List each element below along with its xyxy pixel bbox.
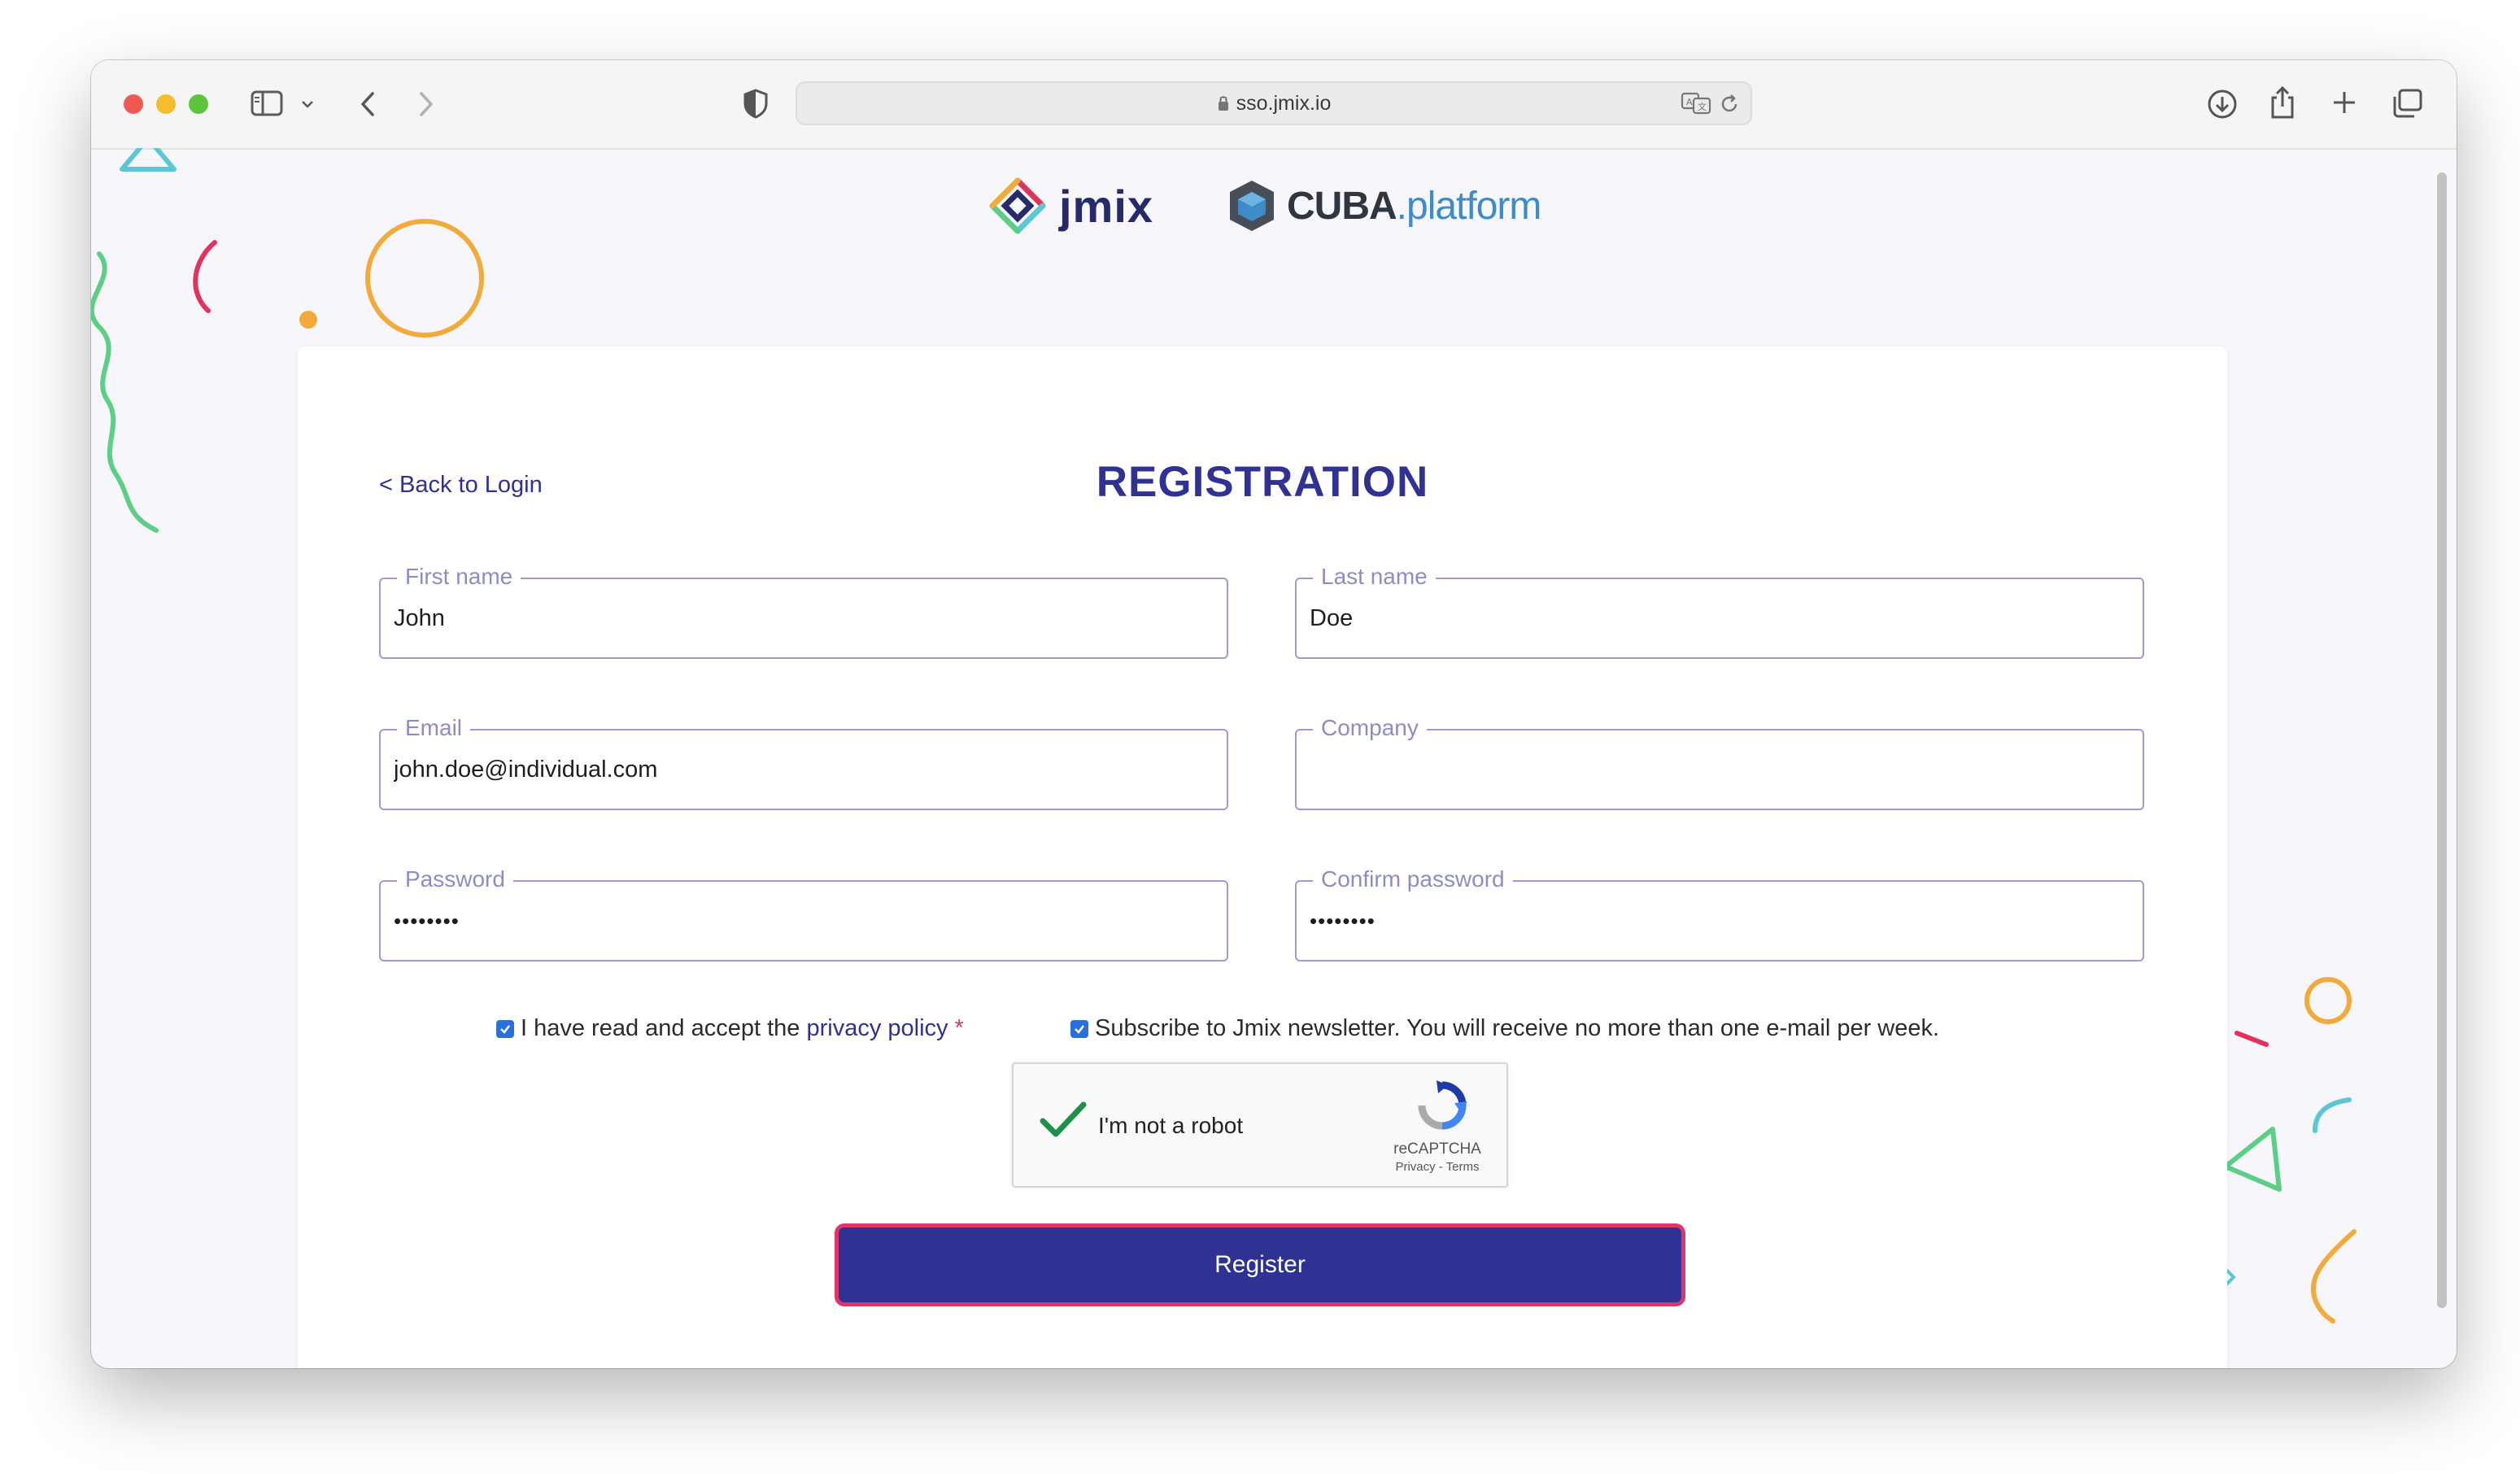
confirm-password-input[interactable]	[1310, 901, 2123, 940]
required-mark: *	[954, 1015, 964, 1041]
first-name-input[interactable]	[394, 599, 1207, 638]
recaptcha-checkbox[interactable]	[1038, 1100, 1088, 1145]
address-bar[interactable]: sso.jmix.io A文	[796, 81, 1752, 125]
share-icon[interactable]	[2268, 85, 2297, 120]
last-name-field[interactable]: Last name	[1295, 562, 2144, 659]
last-name-input[interactable]	[1310, 599, 2123, 638]
minimize-window-button[interactable]	[156, 94, 176, 114]
confirm-password-label: Confirm password	[1313, 865, 1513, 894]
registration-card: < Back to Login REGISTRATION First name …	[298, 347, 2227, 1368]
recaptcha-label: I'm not a robot	[1098, 1113, 1244, 1138]
triangle-decoration-icon	[120, 148, 177, 172]
download-icon[interactable]	[2206, 88, 2239, 120]
jmix-logo-icon	[989, 177, 1046, 234]
arc-decoration-icon	[193, 240, 217, 313]
company-field[interactable]: Company	[1295, 713, 2144, 810]
recaptcha-widget: I'm not a robot reCAPTCHA Privacy - Term…	[1012, 1062, 1508, 1188]
curve-yellow-decoration-icon	[2310, 1229, 2357, 1324]
newsletter-row: Subscribe to Jmix newsletter. You will r…	[1070, 1015, 1939, 1042]
first-name-field[interactable]: First name	[379, 562, 1228, 659]
new-tab-icon[interactable]	[2331, 89, 2357, 116]
platform-wordmark: .platform	[1396, 184, 1542, 228]
circle-small-decoration-icon	[2304, 977, 2352, 1024]
company-input[interactable]	[1310, 750, 2123, 789]
company-label: Company	[1313, 713, 1427, 743]
url-text: sso.jmix.io	[797, 83, 1750, 124]
page-title: REGISTRATION	[1096, 458, 1429, 506]
recaptcha-logo-icon	[1415, 1079, 1469, 1136]
jmix-wordmark: jmix	[1059, 180, 1154, 232]
browser-window: sso.jmix.io A文 jmix CUBA .platform < Bac…	[91, 60, 2457, 1368]
email-input[interactable]	[394, 750, 1207, 789]
browser-toolbar: sso.jmix.io A文	[91, 60, 2457, 150]
recaptcha-terms-link[interactable]: Privacy - Terms	[1384, 1160, 1490, 1174]
privacy-policy-link[interactable]: privacy policy	[806, 1015, 948, 1042]
page-content: jmix CUBA .platform < Back to Login REGIS…	[91, 148, 2457, 1368]
arc-blue-decoration-icon	[2313, 1097, 2352, 1133]
checkmark-icon	[500, 1024, 510, 1034]
checkmark-icon	[1075, 1024, 1084, 1034]
dash-decoration-icon	[2234, 1031, 2269, 1047]
cuba-logo-icon	[1230, 181, 1274, 231]
close-window-button[interactable]	[124, 94, 143, 114]
url-label: sso.jmix.io	[1236, 92, 1332, 115]
svg-text:A: A	[1686, 97, 1693, 107]
last-name-label: Last name	[1313, 562, 1436, 591]
zoom-window-button[interactable]	[189, 94, 208, 114]
password-input[interactable]	[394, 901, 1207, 940]
cuba-platform-logo[interactable]: CUBA .platform	[1223, 177, 1541, 234]
translate-icon[interactable]: A文	[1681, 91, 1711, 116]
password-field[interactable]: Password	[379, 865, 1228, 962]
circle-decoration-icon	[365, 219, 484, 338]
dot-decoration-icon	[299, 311, 317, 329]
tab-overview-icon[interactable]	[2391, 88, 2424, 119]
jmix-logo[interactable]: jmix	[989, 177, 1153, 234]
email-label: Email	[397, 713, 471, 743]
lock-icon	[1218, 96, 1228, 111]
reload-icon[interactable]	[1718, 93, 1741, 116]
cuba-wordmark: CUBA	[1287, 184, 1397, 228]
svg-text:文: 文	[1698, 101, 1707, 112]
confirm-password-field[interactable]: Confirm password	[1295, 865, 2144, 962]
triangle-green-decoration-icon	[2223, 1127, 2282, 1192]
email-field[interactable]: Email	[379, 713, 1228, 810]
shield-icon[interactable]	[742, 88, 770, 119]
sidebar-icon[interactable]	[251, 89, 283, 117]
back-arrow-icon[interactable]	[356, 89, 381, 119]
register-button[interactable]: Register	[835, 1223, 1685, 1306]
chevron-down-icon[interactable]	[299, 96, 316, 112]
recaptcha-brand: reCAPTCHA	[1393, 1140, 1481, 1158]
newsletter-checkbox[interactable]	[1070, 1019, 1088, 1038]
password-label: Password	[397, 865, 513, 894]
privacy-consent-row: I have read and accept the privacy polic…	[496, 1015, 964, 1042]
scrollbar[interactable]	[2437, 172, 2447, 1308]
first-name-label: First name	[397, 562, 521, 591]
wave-decoration-icon	[91, 251, 159, 533]
forward-arrow-icon[interactable]	[413, 89, 438, 119]
privacy-text: I have read and accept the	[521, 1015, 800, 1041]
privacy-checkbox[interactable]	[496, 1019, 514, 1038]
newsletter-text: Subscribe to Jmix newsletter. You will r…	[1095, 1015, 1940, 1041]
recaptcha-checkmark-icon	[1040, 1101, 1087, 1137]
